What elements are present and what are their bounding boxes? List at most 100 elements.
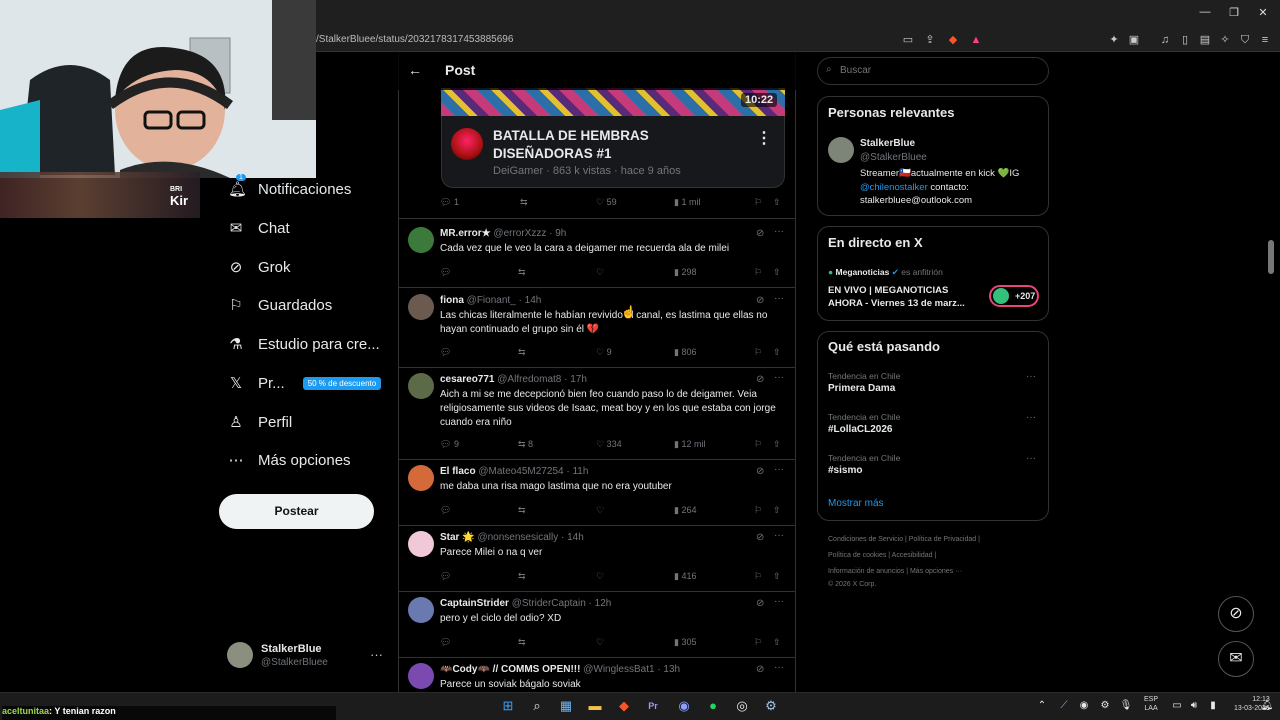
nav-item-estudio[interactable]: ⚗ Estudio para cre...: [228, 327, 379, 361]
url-text[interactable]: /StalkerBluee/status/2032178317453885696: [316, 34, 513, 45]
like-icon[interactable]: ♡ 9: [596, 347, 612, 358]
more-icon[interactable]: ···: [1026, 371, 1036, 382]
avatar[interactable]: [408, 294, 434, 320]
back-arrow-icon[interactable]: ←: [408, 62, 422, 78]
repost-icon[interactable]: ⇆: [520, 197, 528, 208]
bookmark-icon[interactable]: ⚐: [754, 197, 762, 208]
repost-icon[interactable]: ⇆: [518, 571, 526, 582]
nav-item-grok[interactable]: ⊘ Grok: [228, 250, 291, 284]
avatar[interactable]: [227, 642, 253, 668]
share-icon[interactable]: ⇧: [773, 637, 781, 648]
more-icon[interactable]: ···: [774, 226, 784, 237]
more-icon[interactable]: ···: [774, 596, 784, 607]
repost-icon[interactable]: ⇆: [518, 347, 526, 358]
reply-icon[interactable]: 💬︎: [440, 571, 451, 582]
repost-icon[interactable]: ⇆: [518, 505, 526, 516]
footer-links-3[interactable]: Información de anuncios | Más opciones ·…: [828, 568, 962, 575]
avatar[interactable]: [408, 597, 434, 623]
network-icon[interactable]: ▭: [1168, 697, 1186, 715]
sidebar-icon[interactable]: ▯: [1178, 33, 1192, 47]
like-icon[interactable]: ♡: [596, 267, 604, 278]
footer-links-2[interactable]: Política de cookies | Accesibilidad |: [828, 552, 936, 559]
widgets-icon[interactable]: ▦: [557, 697, 575, 715]
share-icon[interactable]: ⇧: [773, 267, 781, 278]
views-icon[interactable]: ▮ 264: [674, 505, 696, 516]
bookmark-icon[interactable]: ⚐: [754, 571, 762, 582]
live-host[interactable]: ● Meganoticias ✔ es anfitrión: [828, 267, 943, 278]
music-icon[interactable]: ♫: [1158, 33, 1172, 47]
scrollbar-thumb[interactable]: [1268, 240, 1274, 274]
volume-icon[interactable]: 🔊︎: [1185, 697, 1203, 715]
tray-steam-icon[interactable]: ⚙: [1096, 697, 1114, 715]
grok-icon[interactable]: ⊘: [756, 228, 764, 239]
share-icon[interactable]: ⇧: [773, 347, 781, 358]
tweet-author[interactable]: El flaco @Mateo45M27254 · 11h: [440, 466, 588, 477]
reply-icon[interactable]: 💬︎: [440, 505, 451, 516]
live-text[interactable]: EN VIVO | MEGANOTICIAS AHORA - Viernes 1…: [828, 284, 978, 310]
reply-icon[interactable]: 💬︎: [440, 347, 451, 358]
battery-icon[interactable]: ▮: [1204, 697, 1222, 715]
views-icon[interactable]: ▮ 298: [674, 267, 696, 278]
nav-item-guardados[interactable]: ⚐ Guardados: [228, 288, 332, 322]
messages-fab-icon[interactable]: ✉: [1218, 641, 1254, 677]
restore-icon[interactable]: ❐: [1227, 6, 1241, 20]
tweet-author[interactable]: CaptainStrider @StriderCaptain · 12h: [440, 598, 611, 609]
obs-icon[interactable]: ◎: [733, 697, 751, 715]
reply-icon[interactable]: 💬︎ 9: [440, 439, 459, 450]
grok-icon[interactable]: ⊘: [756, 466, 764, 477]
live-listeners[interactable]: +207: [989, 285, 1039, 307]
like-icon[interactable]: ♡ 59: [596, 197, 617, 208]
grok-icon[interactable]: ⊘: [756, 664, 764, 675]
tweet-author[interactable]: 🦇Cody🦇 // COMMS OPEN!!! @WinglessBat1 · …: [440, 664, 680, 675]
account-name[interactable]: StalkerBlue: [261, 643, 322, 655]
tweet-author[interactable]: cesareo771 @Alfredomat8 · 17h: [440, 374, 587, 385]
grok-icon[interactable]: ⊘: [756, 598, 764, 609]
grok-icon[interactable]: ⊘: [756, 532, 764, 543]
bookmark-icon[interactable]: ⚐: [754, 505, 762, 516]
trend-name[interactable]: Primera Dama: [828, 383, 895, 394]
nav-item-perfil[interactable]: ♙ Perfil: [228, 405, 292, 439]
avatar[interactable]: [408, 531, 434, 557]
vpn-icon[interactable]: ⛉: [1238, 33, 1252, 47]
account-handle[interactable]: @StalkerBluee: [261, 657, 328, 668]
repost-icon[interactable]: ⇆: [518, 637, 526, 648]
kebab-icon[interactable]: ⋮: [756, 128, 772, 148]
bookmark-icon[interactable]: ⚐: [754, 439, 762, 450]
avatar[interactable]: [408, 227, 434, 253]
file-explorer-icon[interactable]: ▬: [586, 697, 604, 715]
reply-icon[interactable]: 💬︎ 1: [440, 197, 459, 208]
rewards-icon[interactable]: ▲: [969, 33, 983, 47]
views-icon[interactable]: ▮ 416: [674, 571, 696, 582]
nav-item-chat[interactable]: ✉ Chat: [228, 211, 290, 245]
bookmark-icon[interactable]: ⚐: [754, 637, 762, 648]
screen-icon[interactable]: ▭: [901, 33, 915, 47]
discord-icon[interactable]: ◉: [675, 697, 693, 715]
premiere-icon[interactable]: Pr: [644, 697, 662, 715]
more-icon[interactable]: ···: [1026, 453, 1036, 464]
more-icon[interactable]: ···: [774, 530, 784, 541]
tweet-author[interactable]: Star 🌟 @nonsensesically · 14h: [440, 532, 584, 543]
grok-fab-icon[interactable]: ⊘: [1218, 596, 1254, 632]
leo-icon[interactable]: ✧: [1218, 33, 1232, 47]
tweet-author[interactable]: MR.error★ @errorXzzz · 9h: [440, 228, 566, 239]
extensions-icon[interactable]: ✦: [1107, 33, 1121, 47]
show-more-link[interactable]: Mostrar más: [828, 498, 884, 509]
relevant-handle[interactable]: @StalkerBluee: [860, 152, 927, 163]
like-icon[interactable]: ♡: [596, 571, 604, 582]
avatar[interactable]: [408, 465, 434, 491]
more-icon[interactable]: ···: [774, 293, 784, 304]
share-icon[interactable]: ⇧: [773, 439, 781, 450]
bookmark-icon[interactable]: ⚐: [754, 267, 762, 278]
nav-item-premium[interactable]: 𝕏 Pr... 50 % de descuento: [228, 366, 382, 400]
nav-item-mas-opciones[interactable]: ⋯ Más opciones: [228, 443, 351, 477]
microphone-icon[interactable]: 🎙︎: [1117, 697, 1135, 715]
menu-icon[interactable]: ≡: [1258, 33, 1272, 47]
grok-icon[interactable]: ⊘: [756, 295, 764, 306]
more-icon[interactable]: ···: [774, 372, 784, 383]
footer-links-1[interactable]: Condiciones de Servicio | Política de Pr…: [828, 536, 980, 543]
bio-mention[interactable]: @chilenostalker: [860, 182, 928, 193]
share-icon[interactable]: ⇧: [773, 197, 781, 208]
notifications-icon[interactable]: 🔔︎: [1258, 697, 1276, 715]
reply-icon[interactable]: 💬︎: [440, 267, 451, 278]
windows-start-icon[interactable]: ⊞: [499, 697, 517, 715]
